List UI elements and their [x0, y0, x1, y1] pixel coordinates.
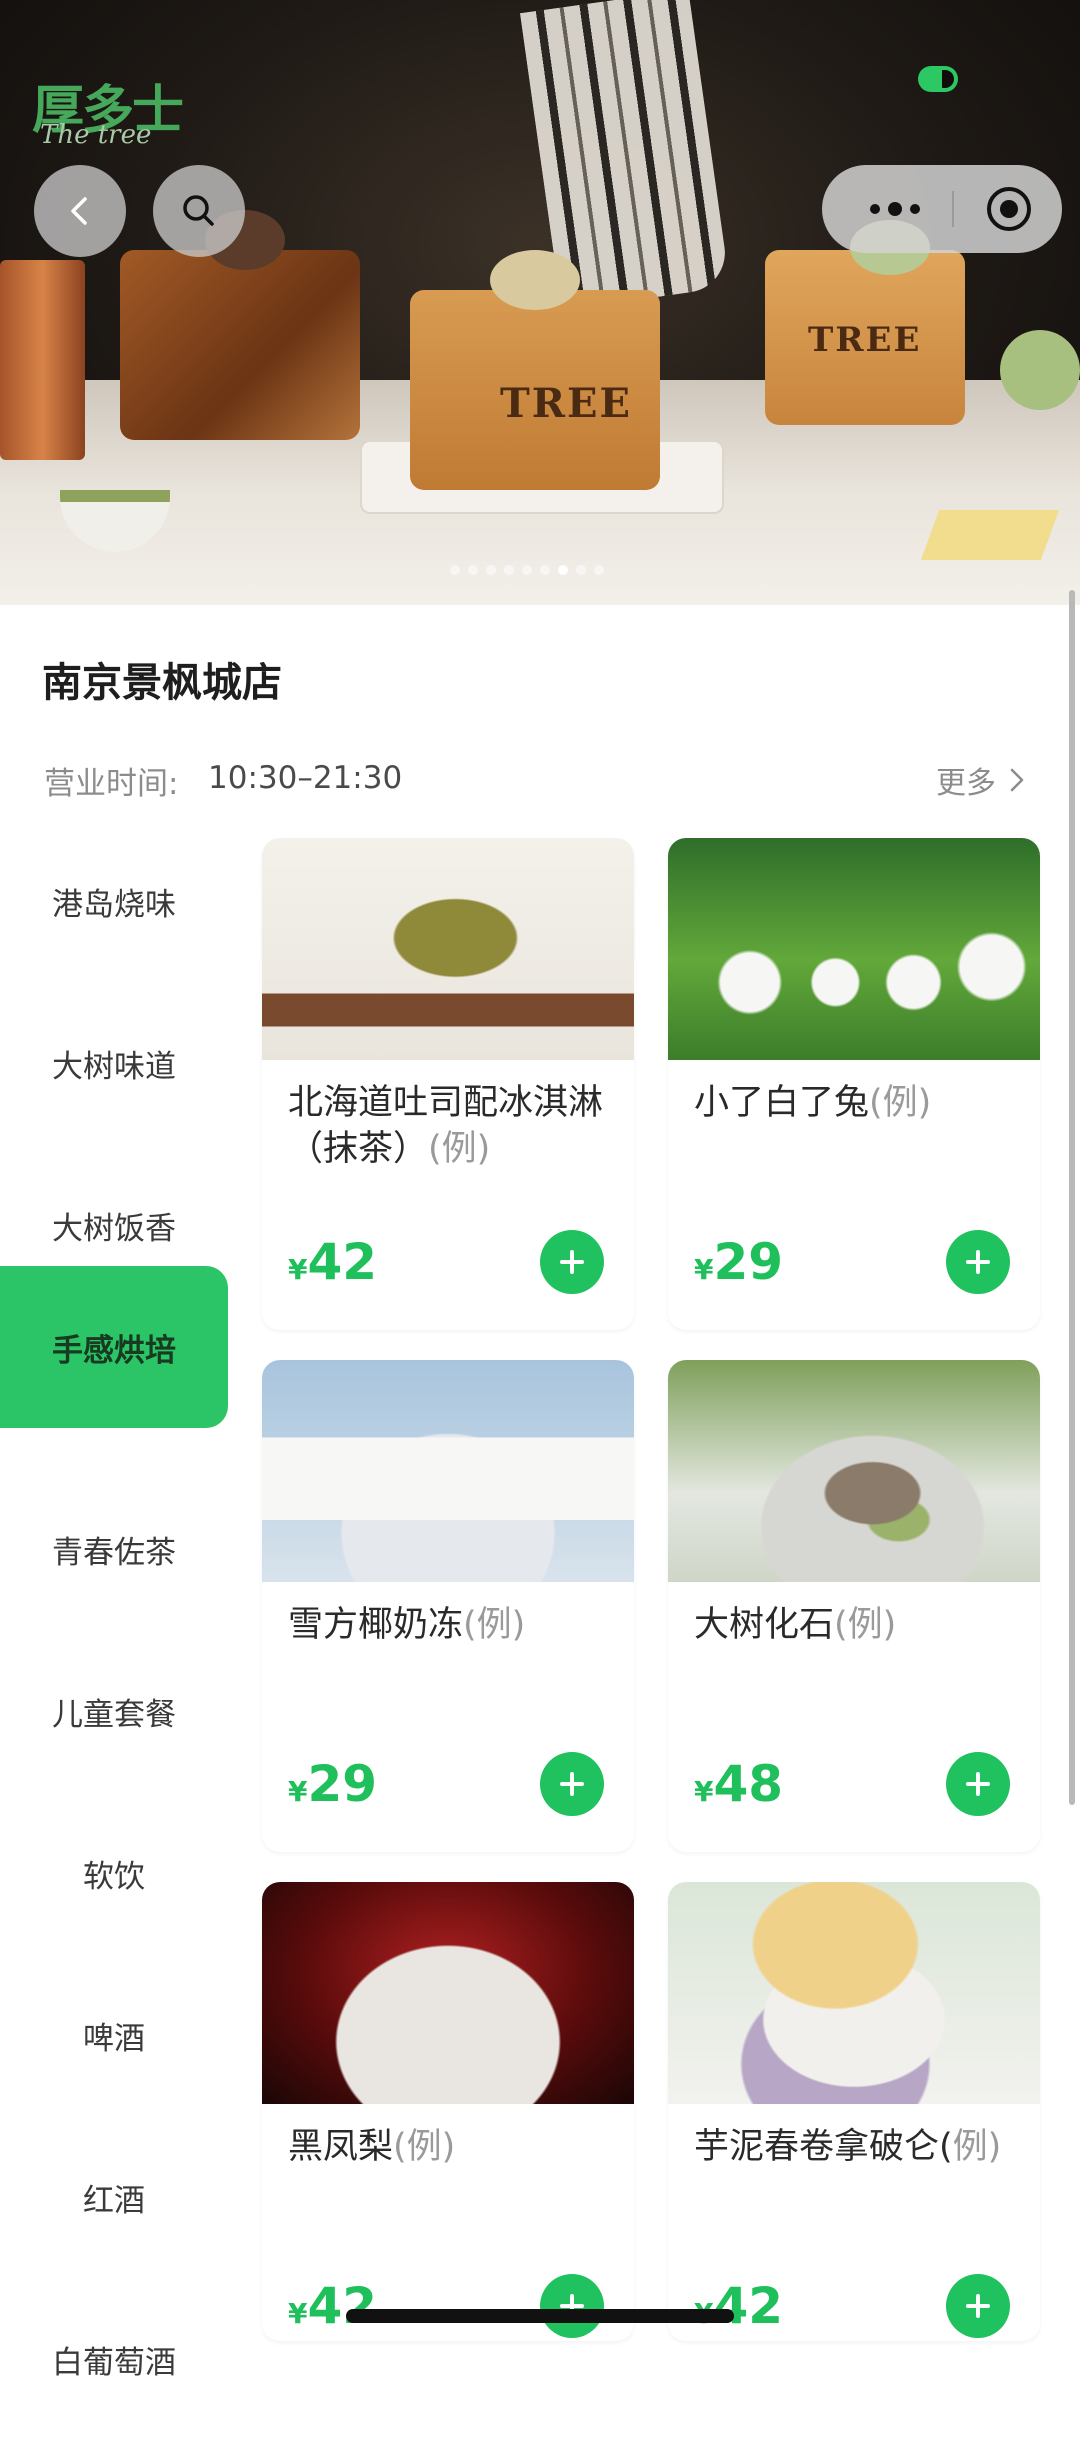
category-item[interactable]: 青春佐茶 [0, 1468, 228, 1630]
brand-logo-en: The tree [40, 120, 152, 150]
store-more-link[interactable]: 更多 [936, 758, 1028, 802]
category-item-active[interactable]: 手感烘培 [0, 1266, 228, 1428]
more-menu-button[interactable] [850, 165, 940, 253]
product-card[interactable]: 芋泥春卷拿破仑(例) ¥42 [668, 1882, 1040, 2341]
product-name: 芋泥春卷拿破仑(例) [694, 2127, 1002, 2167]
product-name: 黑凤梨(例) [288, 2127, 456, 2167]
add-to-cart-button[interactable] [540, 1752, 604, 1816]
target-icon [987, 187, 1031, 231]
miniprogram-capsule [822, 165, 1062, 253]
hours-label: 营业时间: [44, 766, 179, 802]
hours-value: 10:30–21:30 [208, 760, 403, 796]
product-price: ¥42 [288, 1233, 378, 1291]
banner-cheese [920, 510, 1060, 560]
category-item[interactable]: 港岛烧味 [0, 820, 228, 982]
back-button[interactable] [34, 165, 126, 257]
product-price: ¥29 [694, 1233, 784, 1291]
pagination-dot [486, 565, 496, 575]
pagination-dot [594, 565, 604, 575]
close-miniprogram-button[interactable] [964, 165, 1054, 253]
more-dots-icon [870, 202, 920, 216]
store-name: 南京景枫城店 [42, 660, 282, 706]
product-name: 大树化石(例) [694, 1605, 897, 1645]
category-item[interactable]: 儿童套餐 [0, 1630, 228, 1792]
product-image [262, 838, 634, 1060]
product-price: ¥48 [694, 1755, 784, 1813]
pagination-dot [522, 565, 532, 575]
add-to-cart-button[interactable] [540, 2274, 604, 2338]
product-image [262, 1360, 634, 1582]
add-to-cart-button[interactable] [946, 1752, 1010, 1816]
pagination-dot-active [558, 565, 568, 575]
product-card[interactable]: 小了白了兔(例) ¥29 [668, 838, 1040, 1330]
product-card[interactable]: 北海道吐司配冰淇淋（抹茶）(例) ¥42 [262, 838, 634, 1330]
plus-icon [966, 1772, 990, 1796]
product-card[interactable]: 黑凤梨(例) ¥42 [262, 1882, 634, 2341]
category-item[interactable]: 红酒 [0, 2116, 228, 2278]
product-card[interactable]: 大树化石(例) ¥48 [668, 1360, 1040, 1852]
pagination-dot [540, 565, 550, 575]
add-to-cart-button[interactable] [540, 1230, 604, 1294]
hero-banner[interactable]: TREE TREE 厚多士 The tree [0, 0, 1080, 605]
pagination-dot [450, 565, 460, 575]
plus-icon [560, 1250, 584, 1274]
home-indicator[interactable] [346, 2309, 734, 2323]
banner-pagination-dots [450, 565, 604, 575]
banner-ice-cream [1000, 330, 1080, 410]
product-name: 北海道吐司配冰淇淋（抹茶）(例) [288, 1083, 604, 1169]
product-name: 雪方椰奶冻(例) [288, 1605, 526, 1645]
banner-copper-cup [0, 260, 85, 460]
pagination-dot [504, 565, 514, 575]
category-item[interactable]: 白葡萄酒 [0, 2278, 228, 2440]
add-to-cart-button[interactable] [946, 1230, 1010, 1294]
banner-bread-chocolate [120, 250, 360, 440]
plus-icon [560, 1772, 584, 1796]
plus-icon [966, 2294, 990, 2318]
banner-scoop [490, 250, 580, 310]
product-image [668, 1882, 1040, 2104]
product-card[interactable]: 雪方椰奶冻(例) ¥29 [262, 1360, 634, 1852]
add-to-cart-button[interactable] [946, 2274, 1010, 2338]
product-name: 小了白了兔(例) [694, 1083, 932, 1123]
banner-tree-mark: TREE [808, 320, 922, 360]
pagination-dot [468, 565, 478, 575]
brand-logo: 厚多士 The tree [32, 68, 184, 158]
search-button[interactable] [153, 165, 245, 257]
search-icon [183, 195, 214, 226]
category-sidebar: 港岛烧味 大树味道 大树饭香 手感烘培 青春佐茶 儿童套餐 软饮 啤酒 红酒 白… [0, 820, 228, 2381]
category-item[interactable]: 啤酒 [0, 1954, 228, 2116]
product-price: ¥42 [694, 2277, 784, 2335]
capsule-divider [952, 191, 954, 227]
category-item[interactable]: 软饮 [0, 1792, 228, 1954]
chevron-right-icon [1010, 768, 1024, 792]
store-more-label: 更多 [936, 766, 996, 801]
product-image [668, 1360, 1040, 1582]
pagination-dot [576, 565, 586, 575]
product-price: ¥42 [288, 2277, 378, 2335]
plus-icon [966, 1250, 990, 1274]
category-item[interactable]: 大树味道 [0, 982, 228, 1144]
product-image [668, 838, 1040, 1060]
product-price: ¥29 [288, 1755, 378, 1813]
product-image [262, 1882, 634, 2104]
chevron-left-icon [71, 197, 87, 225]
battery-icon [918, 66, 958, 92]
scrollbar[interactable] [1069, 590, 1075, 1805]
banner-tree-mark: TREE [500, 380, 632, 427]
